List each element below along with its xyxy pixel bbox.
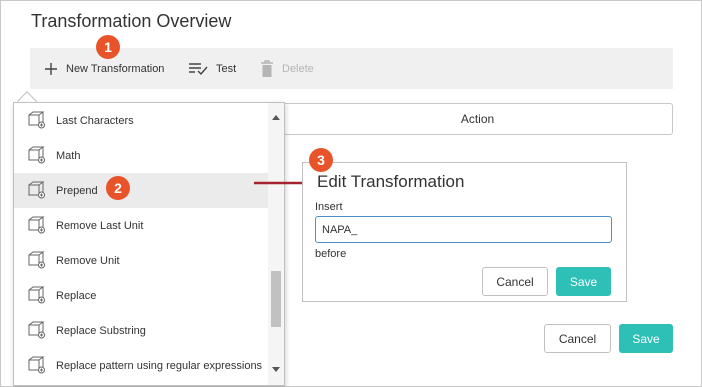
dropdown-item-label: Prepend: [56, 184, 98, 197]
transform-cube-icon: [28, 111, 46, 132]
dropdown-item-label: Last Characters: [56, 114, 134, 127]
scroll-down-arrow-icon[interactable]: [272, 367, 280, 372]
edit-transformation-panel: Edit Transformation Insert NAPA_ before …: [302, 162, 627, 302]
dropdown-item-label: Remove Last Unit: [56, 219, 144, 232]
dropdown-item-math[interactable]: Math: [14, 138, 270, 173]
dropdown-item-label: Replace: [56, 289, 97, 302]
plus-icon: [44, 62, 58, 76]
step-badge-1: 1: [96, 35, 120, 59]
save-button[interactable]: Save: [619, 324, 673, 353]
delete-button[interactable]: Delete: [260, 48, 314, 89]
scroll-up-arrow-icon[interactable]: [272, 115, 280, 120]
transform-cube-icon: [28, 251, 46, 272]
dropdown-item-replace[interactable]: Replace: [14, 278, 270, 313]
transform-cube-icon: [28, 286, 46, 307]
before-label: before: [315, 248, 347, 260]
transform-cube-icon: [28, 216, 46, 237]
transform-cube-icon: [28, 356, 46, 377]
dropdown-item-remove-last-unit[interactable]: Remove Last Unit: [14, 208, 270, 243]
dialog-frame: Transformation Overview New Transformati…: [0, 0, 702, 387]
dropdown-item-label: Math: [56, 149, 81, 162]
cancel-button[interactable]: Cancel: [544, 324, 611, 353]
test-label: Test: [216, 62, 237, 75]
toolbar: New Transformation Test Delete: [30, 48, 673, 89]
dropdown-item-label: Replace Substring: [56, 324, 146, 337]
transform-cube-icon: [28, 181, 46, 202]
new-transformation-label: New Transformation: [66, 62, 165, 75]
scrollbar-thumb[interactable]: [271, 271, 281, 327]
test-button[interactable]: Test: [188, 48, 236, 89]
dropdown-item-label: Remove Unit: [56, 254, 120, 267]
dropdown-scrollbar[interactable]: [268, 103, 284, 385]
dropdown-item-label: Replace pattern using regular expression…: [56, 359, 263, 372]
dropdown-item-remove-unit[interactable]: Remove Unit: [14, 243, 270, 278]
dropdown-item-replace-regex[interactable]: Replace pattern using regular expression…: [14, 348, 270, 383]
transformation-type-dropdown: Last Characters Math Prepend Remove Last…: [13, 102, 285, 386]
edit-cancel-button[interactable]: Cancel: [482, 267, 548, 296]
dropdown-item-last-characters[interactable]: Last Characters: [14, 103, 270, 138]
insert-input[interactable]: NAPA_: [315, 216, 612, 243]
dropdown-item-replace-substring[interactable]: Replace Substring: [14, 313, 270, 348]
trash-icon: [260, 59, 274, 78]
delete-label: Delete: [282, 62, 314, 75]
action-column-header: Action: [283, 103, 673, 135]
edit-save-button[interactable]: Save: [556, 267, 611, 296]
transform-cube-icon: [28, 146, 46, 167]
list-check-icon: [188, 62, 208, 76]
transform-cube-icon: [28, 321, 46, 342]
insert-label: Insert: [315, 201, 343, 213]
step-badge-3: 3: [309, 148, 333, 172]
dropdown-item-prepend[interactable]: Prepend: [14, 173, 270, 208]
edit-transformation-title: Edit Transformation: [317, 172, 465, 191]
page-title: Transformation Overview: [31, 11, 232, 31]
step-badge-2: 2: [106, 176, 130, 200]
